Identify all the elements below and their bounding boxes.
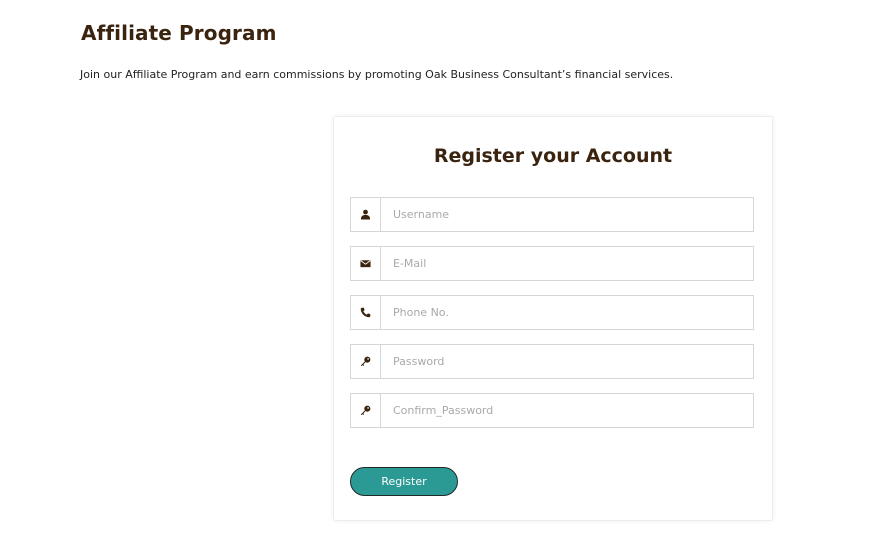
key-icon <box>351 345 381 378</box>
password-field <box>350 344 754 379</box>
confirm-password-field <box>350 393 754 428</box>
phone-input[interactable] <box>381 296 753 329</box>
email-field <box>350 246 754 281</box>
email-input[interactable] <box>381 247 753 280</box>
page-title: Affiliate Program <box>81 21 277 45</box>
password-input[interactable] <box>381 345 753 378</box>
user-icon <box>351 198 381 231</box>
username-input[interactable] <box>381 198 753 231</box>
username-field <box>350 197 754 232</box>
registration-card: Register your Account Register <box>333 116 773 521</box>
envelope-icon <box>351 247 381 280</box>
form-title: Register your Account <box>433 145 673 167</box>
confirm-password-input[interactable] <box>381 394 753 427</box>
phone-field <box>350 295 754 330</box>
key-icon <box>351 394 381 427</box>
intro-text: Join our Affiliate Program and earn comm… <box>80 68 674 81</box>
phone-icon <box>351 296 381 329</box>
register-button[interactable]: Register <box>350 467 458 496</box>
